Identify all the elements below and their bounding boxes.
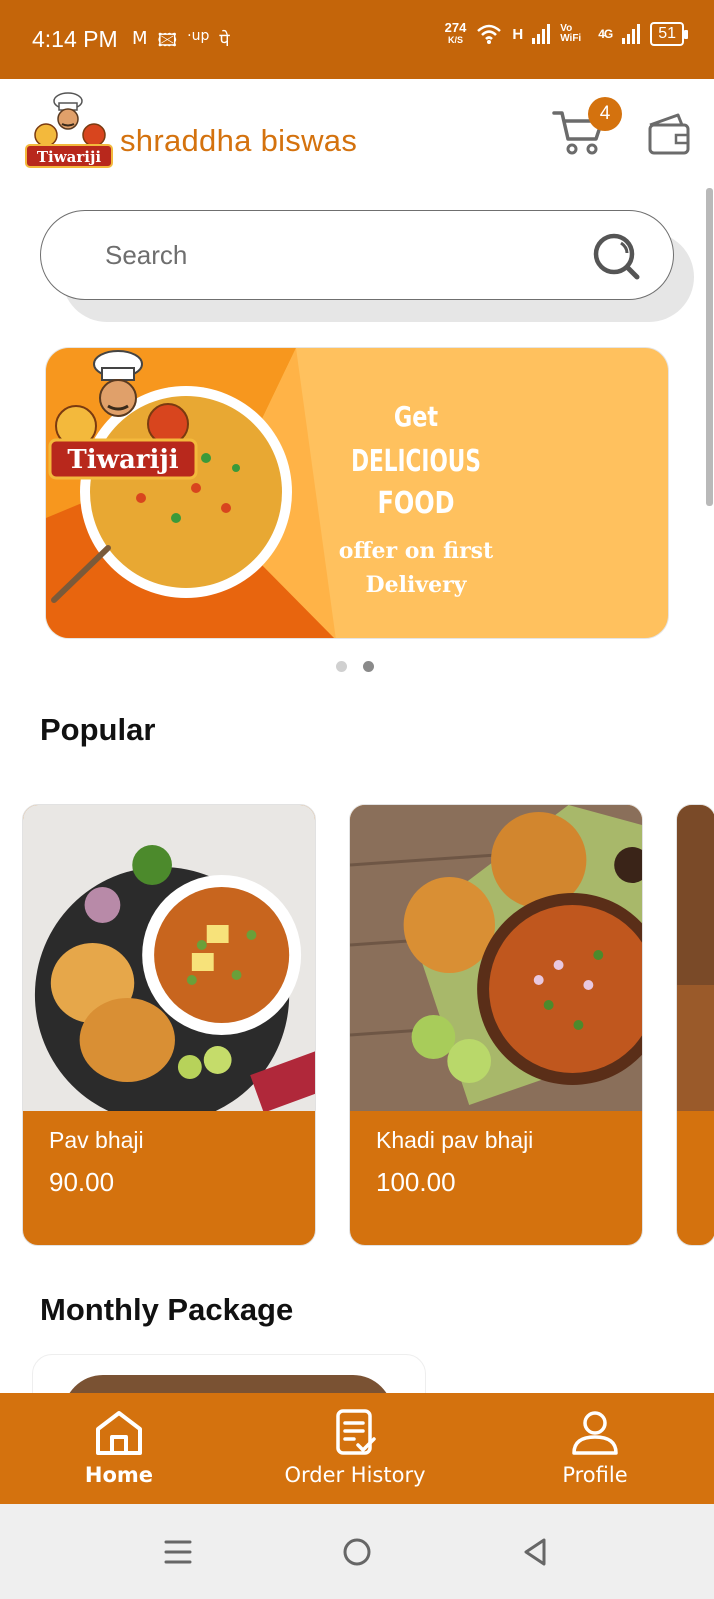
carousel-dot[interactable]	[336, 661, 347, 672]
banner-line-delicious: DELICIOUS	[351, 444, 481, 479]
wifi-icon	[477, 24, 502, 44]
banner-line-get: Get	[393, 400, 439, 433]
banner-line-food: FOOD	[377, 486, 455, 521]
brand-name: shraddha biswas	[120, 123, 358, 158]
bottom-navigation: Home Order History Profile	[0, 1393, 714, 1504]
search-icon[interactable]	[591, 231, 643, 283]
product-image-partial	[677, 805, 714, 1111]
khadi-pav-bhaji-image	[350, 805, 642, 1111]
profile-icon	[572, 1411, 618, 1455]
nav-home-label: Home	[84, 1463, 154, 1487]
pav-bhaji-image	[23, 805, 315, 1111]
signal-h-label: H	[512, 25, 523, 43]
notification-icons: M 🖾 ·up पे	[132, 28, 230, 58]
page-scrollbar[interactable]	[706, 188, 713, 506]
vowifi-label: Vo WiFi	[560, 23, 582, 44]
popular-section-title: Popular	[40, 712, 156, 747]
monthly-package-section-title: Monthly Package	[40, 1292, 294, 1327]
home-circle-icon[interactable]	[337, 1534, 377, 1570]
back-icon[interactable]	[516, 1534, 556, 1570]
gallery-icon: 🖾	[157, 30, 178, 51]
cart-count-badge: 4	[588, 97, 622, 131]
banner-logo-text: Tiwariji	[67, 445, 178, 475]
home-icon	[96, 1411, 142, 1455]
product-name: Khadi pav bhaji	[376, 1127, 534, 1153]
nav-profile[interactable]: Profile	[540, 1409, 650, 1487]
status-bar: 4:14 PM M 🖾 ·up पे 274 K/S H Vo WiFi 4G …	[0, 0, 714, 79]
gmail-icon: M	[132, 28, 148, 49]
recents-icon[interactable]	[158, 1534, 198, 1570]
carousel-dots	[336, 661, 374, 672]
upi-icon: ·up	[187, 28, 210, 44]
chef-logo-icon: Tiwariji	[25, 92, 113, 168]
nav-order-history[interactable]: Order History	[270, 1409, 440, 1487]
product-price: 100.00	[376, 1167, 456, 1197]
product-card-partial[interactable]	[676, 804, 714, 1246]
carousel-dot-active[interactable]	[363, 661, 374, 672]
product-card[interactable]: Khadi pav bhaji 100.00	[349, 804, 643, 1246]
banner-line-offer: offer on first	[338, 538, 494, 564]
product-name: Pav bhaji	[49, 1127, 144, 1153]
banner-line-delivery: Delivery	[365, 572, 467, 598]
nav-profile-label: Profile	[562, 1463, 628, 1487]
order-history-icon	[336, 1409, 376, 1455]
search-input[interactable]	[105, 235, 555, 275]
system-status: 274 K/S H Vo WiFi 4G 51	[444, 20, 688, 46]
signal-4g-label: 4G	[598, 27, 613, 41]
nav-order-history-label: Order History	[284, 1463, 426, 1487]
status-time: 4:14 PM	[32, 26, 118, 52]
signal-bars-icon	[532, 24, 551, 44]
product-price: 90.00	[49, 1167, 115, 1197]
nav-home[interactable]: Home	[64, 1409, 174, 1487]
app-header: Tiwariji shraddha biswas 4	[0, 79, 714, 199]
promo-banner[interactable]: Get DELICIOUS FOOD offer on first Delive…	[45, 347, 669, 639]
search-bar[interactable]	[40, 210, 674, 300]
product-card[interactable]: Pav bhaji 90.00	[22, 804, 316, 1246]
system-navigation-bar	[0, 1504, 714, 1599]
logo-text: Tiwariji	[37, 148, 102, 166]
battery-indicator: 51	[650, 22, 688, 46]
phonepe-icon: पे	[219, 30, 230, 51]
network-speed: 274 K/S	[444, 20, 467, 45]
banner-chef-logo-icon: Tiwariji	[48, 350, 198, 480]
signal-bars-icon	[622, 24, 641, 44]
wallet-icon[interactable]	[646, 111, 692, 157]
